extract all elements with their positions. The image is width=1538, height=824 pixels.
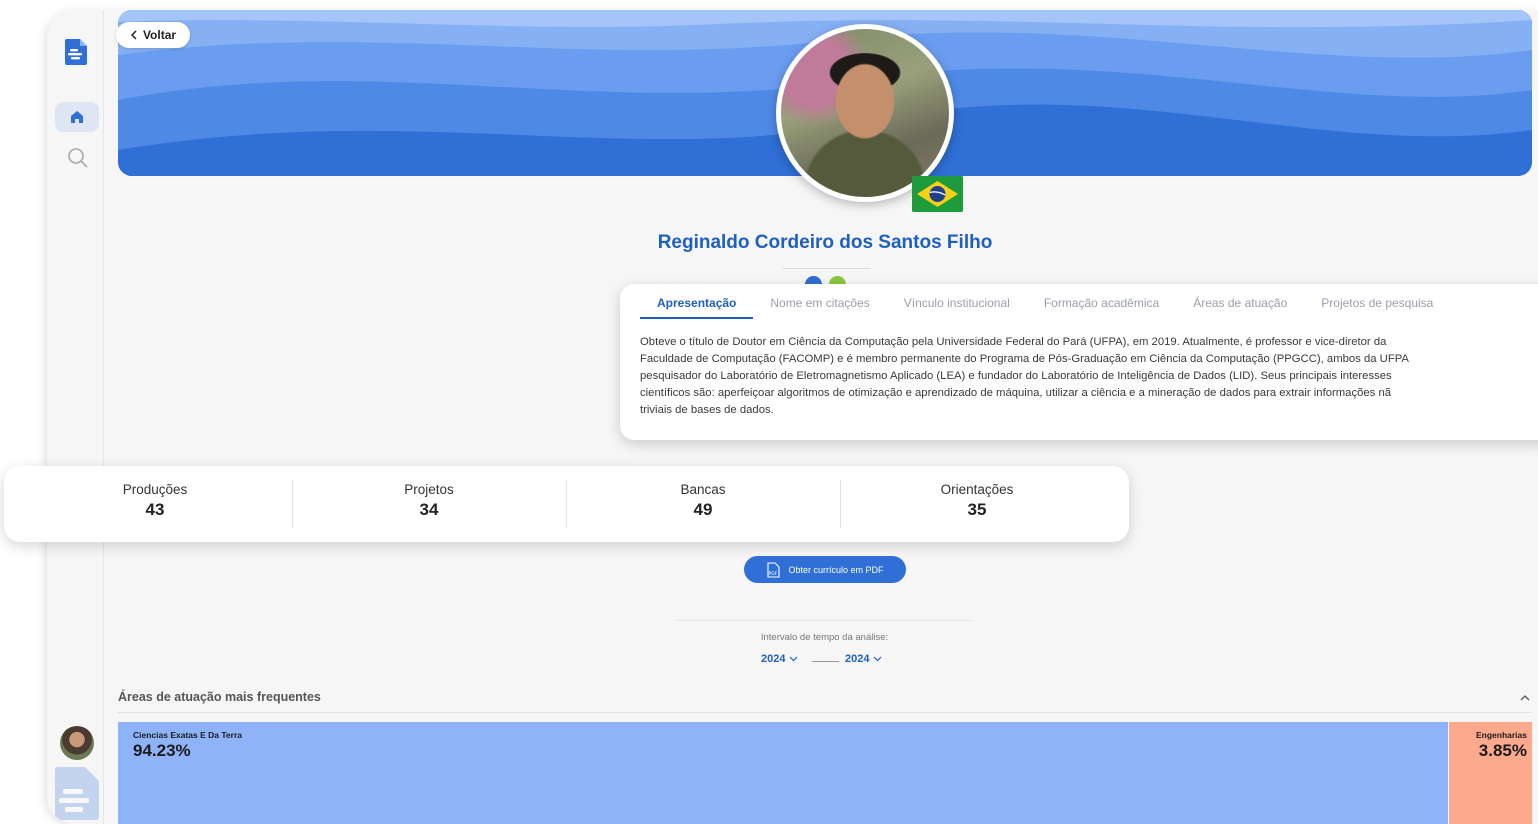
stat-value: 43 [145, 500, 165, 519]
tab-formacao-academica[interactable]: Formação acadêmica [1027, 294, 1176, 318]
stat-divider [566, 480, 567, 528]
tab-apresentacao[interactable]: Apresentação [640, 294, 754, 319]
presentation-text: Obteve o título de Doutor em Ciência da … [640, 334, 1538, 419]
areas-treemap: Ciencias Exatas E Da Terra 94.23% Engenh… [118, 722, 1532, 824]
chevron-left-icon [130, 30, 137, 40]
name-divider [783, 268, 871, 269]
stat-label: Orientações [940, 482, 1014, 497]
year-to-select[interactable]: 2024 [845, 653, 882, 665]
presentation-line: Obteve o título de Doutor em Ciência da … [640, 336, 1387, 348]
section-rule [118, 712, 1532, 713]
svg-text:PDF: PDF [769, 571, 778, 577]
presentation-line: científicos são: aperfeiçoar algoritmos … [640, 387, 1392, 399]
nav-home[interactable] [55, 102, 99, 132]
document-logo-icon[interactable] [65, 37, 89, 65]
download-pdf-button[interactable]: PDF Obter currículo em PDF [744, 556, 906, 583]
stat-value: 35 [967, 500, 987, 519]
time-range-label: Intervalo de tempo da análise: [760, 632, 889, 643]
treemap-cell-percent: 94.23% [133, 741, 191, 760]
year-to-value: 2024 [845, 653, 870, 665]
treemap-cell-percent: 3.85% [1478, 741, 1527, 760]
stat-value: 49 [693, 500, 713, 519]
tab-nome-em-citacoes[interactable]: Nome em citações [753, 294, 886, 318]
sidebar [47, 10, 104, 824]
presentation-line: triviais de bases de dados. [640, 404, 774, 416]
stat-label: Projetos [404, 482, 454, 497]
pdf-button-label: Obter currículo em PDF [788, 564, 884, 575]
chevron-up-icon[interactable] [1519, 692, 1531, 704]
stat-label: Bancas [680, 482, 726, 497]
presentation-line: Faculdade de Computação (FACOMP) e é mem… [640, 353, 1409, 365]
stat-divider [292, 480, 293, 528]
profile-tabs-card: Apresentação Nome em citações Vínculo in… [620, 284, 1538, 440]
back-label: Voltar [142, 28, 177, 42]
chevron-down-icon [790, 656, 798, 662]
tab-vinculo-institucional[interactable]: Vínculo institucional [887, 294, 1027, 318]
stat-bancas[interactable]: Bancas 49 [663, 482, 743, 520]
year-range-dash [812, 661, 839, 662]
brazil-flag-icon [912, 176, 963, 212]
range-divider [676, 620, 973, 621]
chevron-down-icon [874, 656, 882, 662]
stat-orientacoes[interactable]: Orientações 35 [922, 482, 1032, 520]
treemap-cell-ciencias-exatas[interactable]: Ciencias Exatas E Da Terra 94.23% [118, 722, 1448, 824]
stat-label: Produções [122, 482, 188, 497]
person-name: Reginaldo Cordeiro dos Santos Filho [657, 232, 993, 253]
profile-tabs: Apresentação Nome em citações Vínculo in… [640, 294, 1450, 320]
tab-areas-de-atuacao[interactable]: Áreas de atuação [1176, 294, 1304, 318]
decorative-document-icon [55, 766, 99, 820]
year-from-value: 2024 [761, 653, 786, 665]
stat-divider [840, 480, 841, 528]
home-icon [71, 111, 83, 123]
pdf-icon: PDF [767, 561, 781, 578]
search-icon[interactable] [67, 147, 89, 169]
stat-value: 34 [419, 500, 439, 519]
tab-projetos-de-pesquisa[interactable]: Projetos de pesquisa [1304, 294, 1450, 318]
treemap-cell-engenharias[interactable]: Engenharias 3.85% [1449, 722, 1532, 824]
areas-section-title: Áreas de atuação mais frequentes [118, 690, 321, 704]
stats-card: Produções 43 Projetos 34 Bancas 49 Orien… [4, 466, 1129, 542]
stat-projetos[interactable]: Projetos 34 [389, 482, 469, 520]
stat-producoes[interactable]: Produções 43 [118, 482, 192, 520]
user-avatar[interactable] [60, 726, 94, 760]
year-from-select[interactable]: 2024 [761, 653, 798, 665]
treemap-cell-name: Engenharias [1475, 730, 1527, 740]
treemap-cell-name: Ciencias Exatas E Da Terra [133, 730, 242, 740]
presentation-line: pesquisador do Laboratório de Eletromagn… [640, 370, 1392, 382]
back-button[interactable]: Voltar [116, 22, 190, 48]
